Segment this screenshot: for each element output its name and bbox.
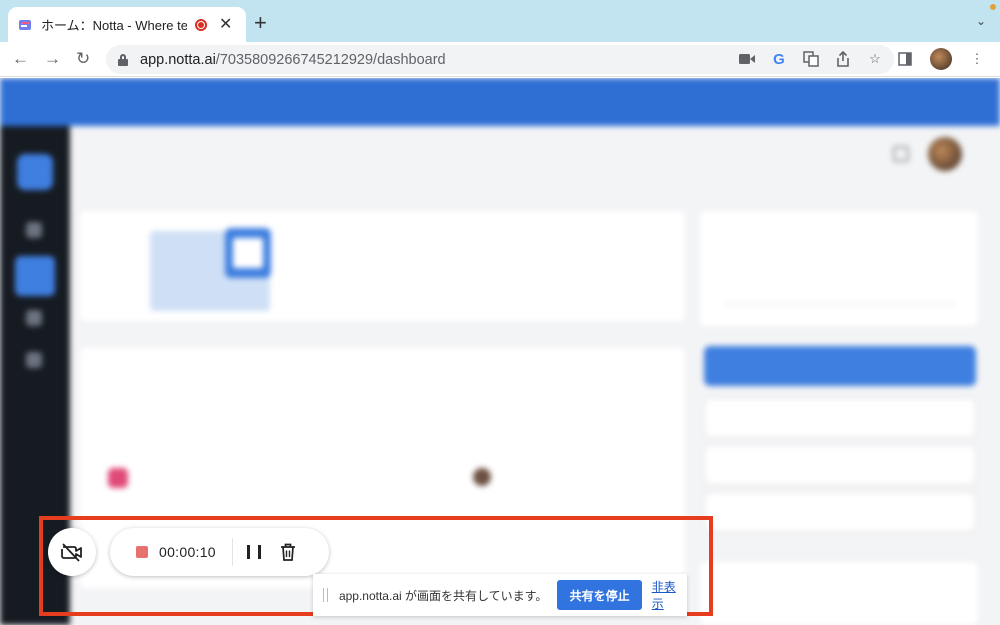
share-message: app.notta.ai が画面を共有しています。 <box>338 588 548 603</box>
camera-off-icon <box>61 543 82 562</box>
url-host: app.notta.ai <box>140 51 216 68</box>
primary-action-button <box>704 346 976 386</box>
browser-toolbar: ← → ↻ app.notta.ai/7035809266745212929/d… <box>0 42 1000 77</box>
stop-recording-button[interactable] <box>136 546 148 558</box>
address-bar[interactable]: app.notta.ai/7035809266745212929/dashboa… <box>106 45 894 74</box>
camera-toggle-button[interactable] <box>48 528 96 576</box>
nav-item-icon <box>26 222 42 238</box>
recording-controls: 00:00:10 <box>110 528 329 576</box>
trash-icon[interactable] <box>280 543 296 561</box>
tab-close-icon[interactable]: ✕ <box>219 16 232 33</box>
back-arrow-icon[interactable]: ← <box>12 48 29 70</box>
url-path: /7035809266745212929/dashboard <box>215 51 446 68</box>
calendar-icon <box>225 228 271 278</box>
google-icon[interactable]: G <box>770 50 788 68</box>
notta-logo <box>17 154 53 190</box>
browser-tab-active[interactable]: ホーム：Notta - Where text ✕ <box>8 7 246 42</box>
reload-icon[interactable]: ↻ <box>76 48 90 70</box>
secondary-button <box>704 445 976 485</box>
bookmark-star-icon[interactable]: ☆ <box>866 50 884 68</box>
recording-row-icon <box>108 468 128 488</box>
url-text: app.notta.ai/7035809266745212929/dashboa… <box>140 52 446 68</box>
lock-icon <box>118 53 128 66</box>
notta-favicon-icon <box>19 19 31 30</box>
side-panel-icon[interactable] <box>896 50 914 68</box>
team-card <box>700 562 978 625</box>
screen-share-bar: app.notta.ai が画面を共有しています。 共有を停止 非表示 <box>313 574 687 616</box>
hide-link[interactable]: 非表示 <box>652 578 687 612</box>
language-card <box>700 211 978 326</box>
top-banner <box>0 78 1000 126</box>
drag-handle[interactable] <box>323 588 328 602</box>
new-tab-button[interactable]: + <box>254 12 267 34</box>
recording-timer: 00:00:10 <box>159 544 216 560</box>
camera-icon[interactable] <box>738 50 756 68</box>
secondary-button <box>704 492 976 532</box>
profile-avatar[interactable] <box>930 48 952 70</box>
secondary-button <box>704 398 976 438</box>
kebab-menu-icon[interactable]: ⋮ <box>968 50 986 68</box>
row-avatar <box>473 468 491 486</box>
nav-item-active <box>15 256 55 296</box>
recording-indicator-icon <box>195 18 207 31</box>
translate-icon[interactable] <box>802 50 820 68</box>
nav-item-icon <box>26 352 42 368</box>
settings-icon <box>893 146 909 162</box>
forward-arrow-icon[interactable]: → <box>44 48 61 70</box>
update-dot-icon <box>990 4 996 10</box>
tab-title: ホーム：Notta - Where text <box>41 18 187 33</box>
divider <box>231 538 233 566</box>
browser-tab-strip: ホーム：Notta - Where text ✕ + ⌄ <box>0 0 1000 42</box>
share-icon[interactable] <box>834 50 852 68</box>
nav-item-icon <box>26 310 42 326</box>
language-select <box>724 270 954 304</box>
user-avatar <box>928 137 962 171</box>
stop-sharing-button[interactable]: 共有を停止 <box>557 580 642 610</box>
tab-search-chevron-icon[interactable]: ⌄ <box>976 14 986 28</box>
pause-icon[interactable] <box>246 545 261 559</box>
